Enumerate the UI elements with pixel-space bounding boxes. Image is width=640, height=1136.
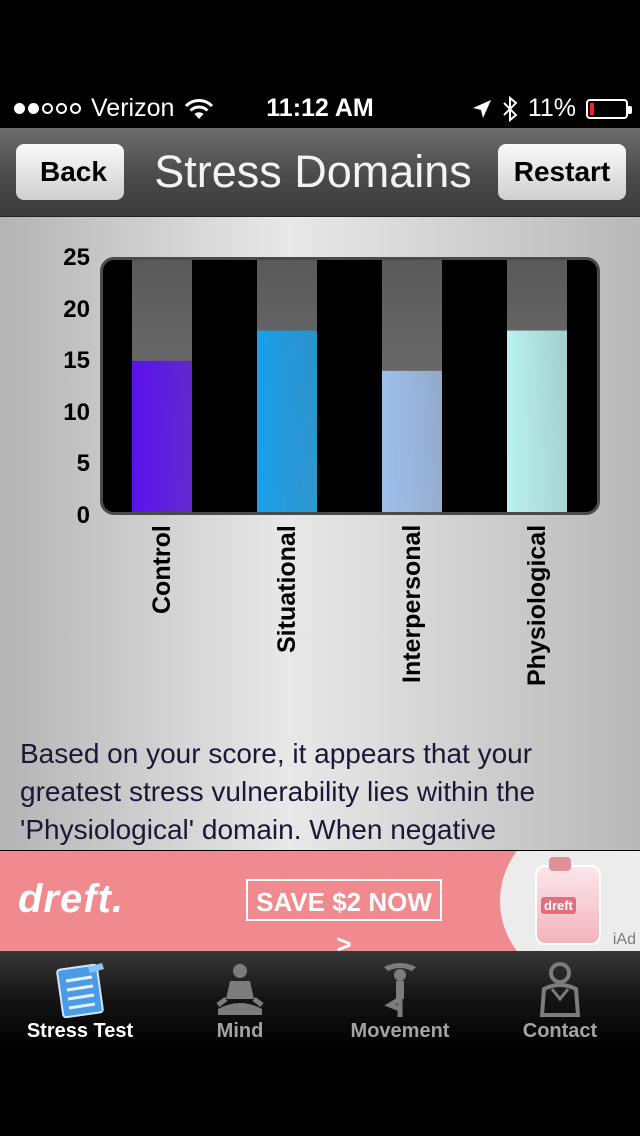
tab-stress-test[interactable]: Stress Test — [0, 951, 160, 1049]
iad-label: iAd — [612, 931, 636, 948]
bluetooth-icon — [503, 95, 518, 122]
y-tick-label: 15 — [63, 347, 90, 375]
restart-button[interactable]: Restart — [498, 144, 626, 200]
ad-cta-button[interactable]: SAVE $2 NOW > — [246, 879, 442, 951]
tab-label: Stress Test — [26, 1020, 134, 1042]
location-arrow-icon — [472, 99, 491, 118]
bar-interpersonal — [382, 370, 442, 512]
status-bar: Verizon 11:12 AM 11% — [0, 0, 640, 128]
detergent-bottle-image: dreft — [535, 857, 601, 945]
tab-label: Movement — [350, 1020, 450, 1042]
y-tick-label: 25 — [63, 244, 90, 271]
x-tick-label-interpersonal: Interpersonal — [398, 524, 426, 683]
battery-icon — [586, 98, 632, 119]
bar-chart — [100, 257, 600, 515]
y-tick-label: 20 — [63, 295, 90, 323]
tab-mind[interactable]: Mind — [160, 951, 320, 1049]
tab-contact[interactable]: Contact — [480, 951, 640, 1049]
x-tick-label-situational: Situational — [273, 525, 301, 653]
bottle-label: dreft — [541, 897, 576, 914]
tab-label: Mind — [216, 1020, 264, 1042]
bar-chart-svg — [132, 260, 567, 512]
y-tick-label: 5 — [76, 450, 90, 478]
tab-label: Contact — [522, 1020, 598, 1042]
status-right: 11% — [472, 94, 632, 123]
battery-percent: 11% — [527, 94, 576, 122]
tab-bar: Stress Test Mind Movement Contact — [0, 951, 640, 1049]
meditation-icon — [216, 964, 264, 1015]
bar-control — [132, 360, 192, 512]
x-tick-label-control: Control — [148, 525, 176, 614]
bar-physiological — [507, 330, 567, 512]
bar-situational — [257, 330, 317, 512]
person-contact-icon — [539, 962, 581, 1017]
x-tick-label-physiological: Physiological — [523, 524, 551, 686]
navigation-bar: Back Stress Domains Restart — [0, 128, 640, 217]
y-tick-label: 0 — [76, 502, 90, 529]
dreft-logo: dreft. — [18, 877, 124, 921]
content-area: 25 20 15 10 5 0 Control Situational Interperson… — [0, 217, 640, 850]
clipboard-icon — [56, 963, 104, 1019]
y-tick-label: 10 — [63, 398, 90, 426]
tab-movement[interactable]: Movement — [320, 951, 480, 1049]
page-title: Stress Domains — [154, 146, 472, 197]
result-description: Based on your score, it appears that you… — [20, 738, 536, 845]
yoga-pose-icon — [384, 963, 416, 1017]
back-button[interactable]: Back — [16, 144, 124, 200]
ad-banner[interactable]: dreft. SAVE $2 NOW > dreft iAd — [0, 851, 640, 951]
